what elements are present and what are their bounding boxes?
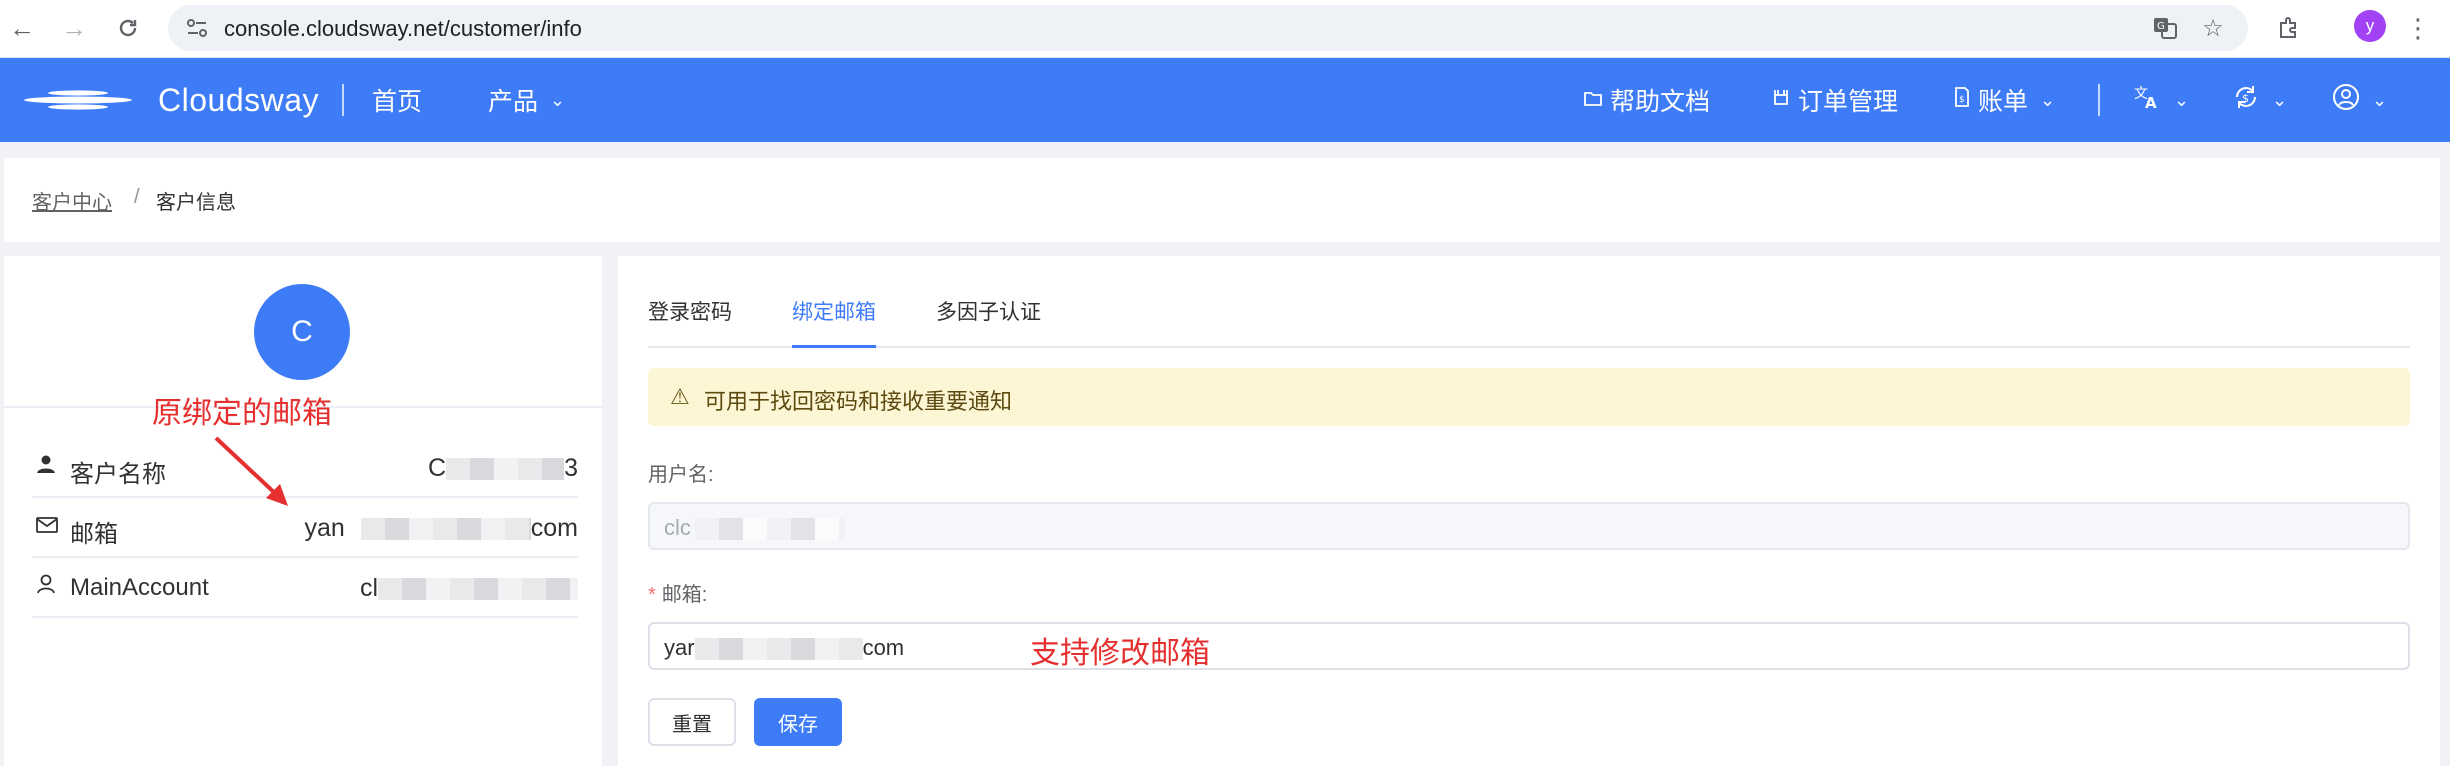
username-label: 用户名: <box>648 458 714 487</box>
header-divider <box>342 84 344 116</box>
alert-text: 可用于找回密码和接收重要通知 <box>704 389 1013 414</box>
save-button[interactable]: 保存 <box>754 698 842 746</box>
email-suffix: com <box>530 514 578 542</box>
main-account-value: cl <box>360 574 578 603</box>
order-icon <box>1772 88 1790 112</box>
nav-orders[interactable]: 订单管理 <box>1772 82 1898 118</box>
email-input-suffix: com <box>862 635 905 660</box>
app-header: Cloudsway 首页 产品 ⌄ 帮助文档 订单管理 $ 账单 ⌄ 文A ⌄ … <box>0 58 2450 142</box>
bookmark-star-icon[interactable]: ☆ <box>2198 13 2228 43</box>
brand-name: Cloudsway <box>158 81 320 118</box>
annotation-support-change: 支持修改邮箱 <box>1030 637 1210 670</box>
annotation-arrow-icon <box>214 436 288 506</box>
email-field-label-text: 邮箱: <box>661 584 708 606</box>
breadcrumb-customer-info: 客户信息 <box>156 192 236 214</box>
email-input[interactable]: yar com <box>648 622 2410 670</box>
browser-menu-icon[interactable]: ⋮ <box>2400 10 2436 46</box>
nav-help-docs[interactable]: 帮助文档 <box>1584 82 1710 118</box>
extensions-icon[interactable] <box>2270 10 2306 46</box>
customer-name-suffix: 3 <box>564 454 578 482</box>
customer-name-value: C3 <box>428 454 578 483</box>
nav-home-label: 首页 <box>372 88 423 116</box>
username-label-text: 用户名: <box>648 464 714 486</box>
translate-icon[interactable]: G <box>2150 13 2180 43</box>
reload-icon[interactable] <box>108 8 148 48</box>
breadcrumb: 客户中心 / 客户信息 <box>4 158 2440 242</box>
warning-icon: ⚠ <box>670 384 690 409</box>
redacted-mask <box>360 518 531 541</box>
svg-text:G: G <box>2157 21 2165 32</box>
tab-bar: 登录密码 绑定邮箱 多因子认证 <box>648 298 2410 348</box>
nav-products-label: 产品 <box>488 88 539 116</box>
currency-switcher[interactable]: $ ⌄ <box>2232 82 2287 118</box>
user-icon <box>36 454 56 480</box>
address-bar[interactable]: console.cloudsway.net/customer/info G ☆ <box>168 5 2248 51</box>
chevron-down-icon: ⌄ <box>2174 89 2190 110</box>
folder-icon <box>1584 89 1602 112</box>
header-divider <box>2098 84 2100 116</box>
redacted-mask <box>378 578 578 601</box>
nav-billing-label: 账单 <box>1978 88 2029 116</box>
nav-help-docs-label: 帮助文档 <box>1610 88 1711 116</box>
back-icon[interactable]: ← <box>2 8 42 48</box>
info-row-main-account: MainAccount cl <box>32 558 578 618</box>
email-label: 邮箱 <box>70 521 118 548</box>
username-value-text: clc <box>664 515 691 540</box>
avatar: C <box>254 284 350 380</box>
main-account-label: MainAccount <box>70 574 209 601</box>
email-field-label: * 邮箱: <box>648 578 707 607</box>
svg-text:$: $ <box>2242 92 2249 105</box>
customer-name-label: 客户名称 <box>70 461 166 488</box>
chevron-down-icon: ⌄ <box>2040 89 2056 110</box>
username-field: clc <box>648 502 2410 550</box>
user-outline-icon <box>36 574 56 600</box>
main-account-prefix: cl <box>359 574 378 602</box>
cloudsway-logo-icon <box>24 90 132 110</box>
breadcrumb-separator: / <box>134 186 140 208</box>
redacted-mask <box>694 518 845 541</box>
chevron-down-icon: ⌄ <box>2272 89 2288 110</box>
url-text[interactable]: console.cloudsway.net/customer/info <box>224 16 582 42</box>
language-icon: 文A <box>2134 84 2162 117</box>
nav-billing[interactable]: $ 账单 ⌄ <box>1954 82 2055 118</box>
svg-text:$: $ <box>1959 95 1965 105</box>
reset-button[interactable]: 重置 <box>648 698 736 746</box>
currency-sync-icon: $ <box>2232 83 2260 117</box>
bill-icon: $ <box>1954 87 1970 113</box>
browser-profile-avatar[interactable]: y <box>2354 10 2386 42</box>
required-asterisk: * <box>648 584 656 606</box>
redacted-mask <box>446 458 565 481</box>
tab-bind-email[interactable]: 绑定邮箱 <box>792 298 876 348</box>
profile-card: C 客户名称 C3 邮箱 yan com MainAccount cl <box>4 256 602 766</box>
site-settings-icon[interactable] <box>182 13 212 43</box>
annotation-original-email: 原绑定的邮箱 <box>152 397 332 430</box>
username-value: clc <box>664 515 845 541</box>
user-circle-icon <box>2332 83 2360 117</box>
user-menu[interactable]: ⌄ <box>2332 82 2387 118</box>
mail-icon <box>36 514 58 540</box>
breadcrumb-customer-center[interactable]: 客户中心 <box>32 186 112 215</box>
nav-home[interactable]: 首页 <box>372 82 422 118</box>
language-switcher[interactable]: 文A ⌄ <box>2134 82 2189 118</box>
email-input-value[interactable]: yar com <box>664 635 904 661</box>
chevron-down-icon: ⌄ <box>550 89 566 110</box>
chevron-down-icon: ⌄ <box>2372 89 2388 110</box>
email-input-prefix: yar <box>664 635 695 660</box>
customer-name-prefix: C <box>428 454 447 482</box>
account-settings-card: 登录密码 绑定邮箱 多因子认证 ⚠ 可用于找回密码和接收重要通知 用户名: cl… <box>618 256 2440 766</box>
tab-mfa[interactable]: 多因子认证 <box>936 298 1041 348</box>
info-alert: ⚠ 可用于找回密码和接收重要通知 <box>648 368 2410 426</box>
redacted-mask <box>694 638 863 661</box>
brand-logo[interactable]: Cloudsway <box>22 80 319 120</box>
info-row-email: 邮箱 yan com <box>32 498 578 558</box>
nav-orders-label: 订单管理 <box>1798 88 1899 116</box>
nav-products[interactable]: 产品 ⌄ <box>488 82 565 118</box>
browser-toolbar: ← → console.cloudsway.net/customer/info … <box>0 0 2450 58</box>
info-row-customer-name: 客户名称 C3 <box>32 438 578 498</box>
email-value: yan com <box>304 514 578 543</box>
svg-text:A: A <box>2145 94 2157 110</box>
email-prefix: yan <box>304 514 345 542</box>
forward-icon[interactable]: → <box>54 8 94 48</box>
tab-login-password[interactable]: 登录密码 <box>648 298 732 348</box>
